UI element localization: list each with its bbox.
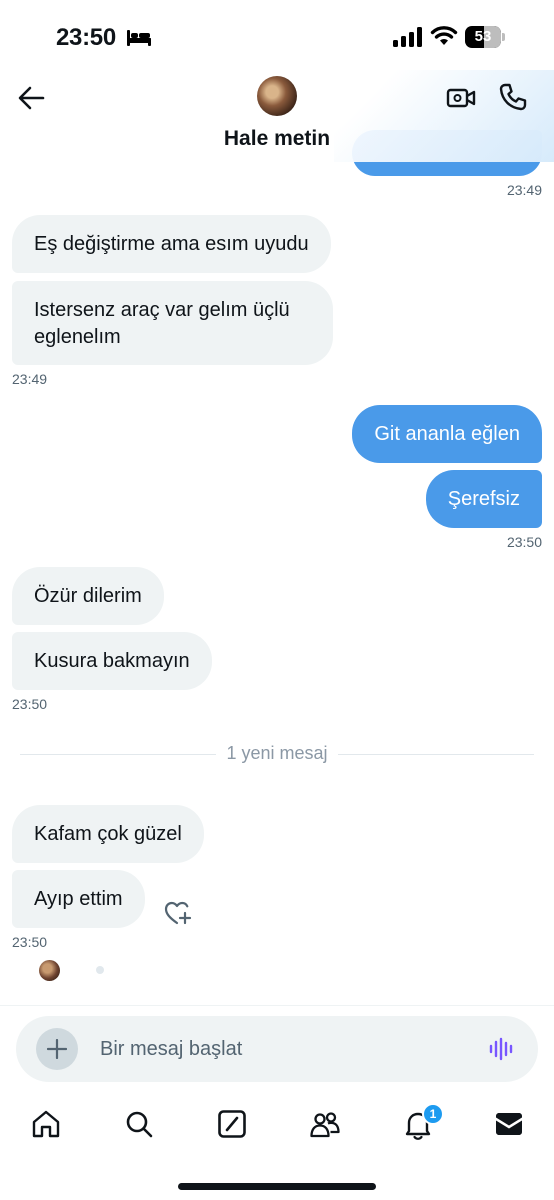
message-text: Git ananla eğlen [374, 423, 520, 445]
composer-separator [0, 1005, 554, 1006]
tab-grok[interactable] [216, 1108, 248, 1140]
heart-plus-icon[interactable] [164, 900, 192, 926]
message-timestamp: 23:50 [12, 934, 48, 950]
video-camera-icon[interactable] [446, 84, 476, 112]
typing-indicator [96, 966, 104, 974]
message-bubble-incoming[interactable]: Kusura bakmayın [12, 632, 212, 690]
message-timestamp: 23:50 [506, 534, 542, 550]
message-timestamp: 23:49 [12, 371, 48, 387]
message-text: Kusura bakmayın [34, 650, 190, 672]
mail-icon [496, 1113, 522, 1135]
message-text: Şerefsiz [447, 488, 520, 510]
notifications-badge: 1 [422, 1103, 444, 1125]
voice-wave-icon[interactable] [488, 1037, 516, 1061]
avatar[interactable] [257, 76, 297, 116]
message-bubble-incoming[interactable]: Özür dilerim [12, 567, 164, 625]
message-bubble-incoming[interactable]: Kafam çok güzel [12, 805, 204, 863]
add-media-button[interactable] [36, 1028, 78, 1070]
new-messages-divider: 1 yeni mesaj [20, 742, 534, 766]
message-text: Eş değiştirme ama esım uyudu [34, 233, 309, 255]
message-composer[interactable] [16, 1016, 538, 1082]
search-icon [126, 1111, 153, 1138]
message-timestamp: 23:49 [506, 182, 542, 198]
seen-avatar [39, 960, 60, 981]
grok-icon [218, 1110, 246, 1138]
message-bubble-outgoing[interactable]: Git ananla eğlen [352, 405, 542, 463]
contact-name[interactable]: Hale metin [0, 127, 554, 151]
message-text: Özür dilerim [34, 585, 142, 607]
message-bubble-outgoing[interactable]: Şerefsiz [425, 470, 542, 528]
message-bubble-incoming[interactable]: Ayıp ettim [12, 870, 145, 928]
home-icon [32, 1110, 60, 1138]
tab-communities[interactable] [309, 1108, 341, 1140]
new-messages-label: 1 yeni mesaj [216, 743, 338, 763]
message-text: Istersenz araç var gelım üçlü [34, 299, 290, 321]
message-bubble-incoming[interactable]: Eş değiştirme ama esım uyudu [12, 215, 331, 273]
message-bubble-incoming[interactable]: Istersenz araç var gelım üçlü eglenelım [12, 281, 333, 365]
arrow-left-icon[interactable] [16, 84, 48, 112]
message-text: Kafam çok güzel [34, 823, 182, 845]
chat-header: Hale metin [0, 70, 554, 162]
communities-icon [310, 1112, 340, 1138]
tab-bar [0, 1100, 554, 1150]
message-input[interactable] [100, 1016, 480, 1082]
message-text: eglenelım [34, 326, 121, 348]
tab-search[interactable] [123, 1108, 155, 1140]
plus-icon [47, 1039, 67, 1059]
phone-icon[interactable] [498, 82, 528, 112]
message-timestamp: 23:50 [12, 696, 48, 712]
home-indicator[interactable] [178, 1183, 376, 1190]
message-text: Ayıp ettim [34, 888, 123, 910]
tab-home[interactable] [30, 1108, 62, 1140]
tab-messages[interactable] [493, 1108, 525, 1140]
